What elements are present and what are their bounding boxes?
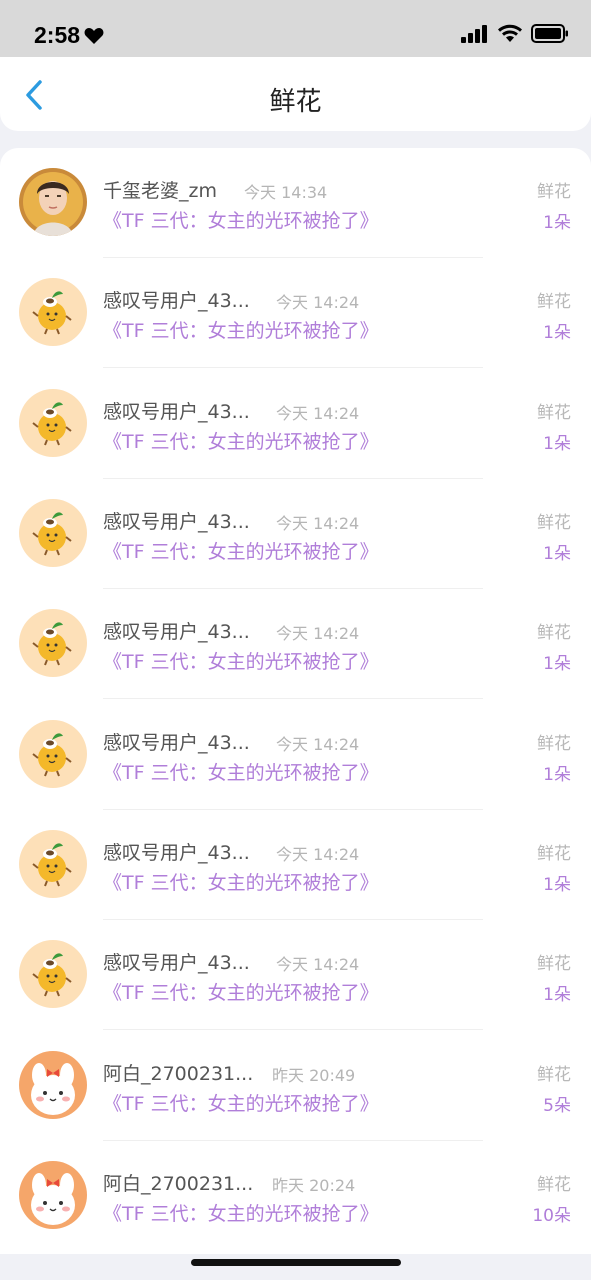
timestamp: 今天 14:24	[276, 955, 360, 974]
book-title-link[interactable]: 《TF 三代：女主的光环被抢了》	[103, 316, 379, 343]
avatar[interactable]	[19, 720, 87, 788]
avatar[interactable]	[19, 389, 87, 457]
timestamp: 今天 14:24	[276, 404, 360, 423]
list-item[interactable]: 感叹号用户_43... 今天 14:24 《TF 三代：女主的光环被抢了》 鲜花 1朵	[0, 700, 591, 810]
divider	[103, 698, 483, 699]
user-name: 感叹号用户_43...	[103, 621, 250, 643]
user-name: 感叹号用户_43...	[103, 511, 250, 533]
gift-type-label: 鲜花	[537, 623, 571, 643]
avatar[interactable]	[19, 1161, 87, 1229]
gift-list: 千玺老婆_zm 今天 14:34 《TF 三代：女主的光环被抢了》 鲜花 1朵 感叹号用…	[0, 148, 591, 1254]
user-name: 感叹号用户_43...	[103, 842, 250, 864]
gift-type-label: 鲜花	[537, 734, 571, 754]
book-title-link[interactable]: 《TF 三代：女主的光环被抢了》	[103, 758, 379, 785]
list-item[interactable]: 感叹号用户_43... 今天 14:24 《TF 三代：女主的光环被抢了》 鲜花 1朵	[0, 369, 591, 479]
list-item[interactable]: 阿白_2700231... 昨天 20:49 《TF 三代：女主的光环被抢了》 鲜花 5…	[0, 1031, 591, 1141]
timestamp: 今天 14:24	[276, 514, 360, 533]
gift-type-label: 鲜花	[537, 1175, 571, 1195]
list-item[interactable]: 感叹号用户_43... 今天 14:24 《TF 三代：女主的光环被抢了》 鲜花 1朵	[0, 258, 591, 368]
gift-count: 1朵	[543, 323, 571, 343]
list-item[interactable]: 千玺老婆_zm 今天 14:34 《TF 三代：女主的光环被抢了》 鲜花 1朵	[0, 148, 591, 258]
avatar[interactable]	[19, 168, 87, 236]
book-title-link[interactable]: 《TF 三代：女主的光环被抢了》	[103, 427, 379, 454]
gift-count: 1朵	[543, 985, 571, 1005]
book-title-link[interactable]: 《TF 三代：女主的光环被抢了》	[103, 1089, 379, 1116]
battery-icon	[531, 24, 568, 43]
book-title-link[interactable]: 《TF 三代：女主的光环被抢了》	[103, 1199, 379, 1226]
heart-icon	[84, 27, 104, 44]
divider	[103, 1029, 483, 1030]
gift-count: 1朵	[543, 213, 571, 233]
gift-type-label: 鲜花	[537, 844, 571, 864]
user-name: 阿白_2700231...	[103, 1173, 254, 1195]
wifi-icon	[498, 24, 522, 42]
nav-bar: 鲜花	[0, 57, 591, 131]
list-item[interactable]: 感叹号用户_43... 今天 14:24 《TF 三代：女主的光环被抢了》 鲜花 1朵	[0, 589, 591, 699]
gift-count: 1朵	[543, 434, 571, 454]
timestamp: 今天 14:34	[244, 183, 328, 202]
user-name: 感叹号用户_43...	[103, 952, 250, 974]
gift-count: 1朵	[543, 875, 571, 895]
list-item[interactable]: 感叹号用户_43... 今天 14:24 《TF 三代：女主的光环被抢了》 鲜花 1朵	[0, 810, 591, 920]
user-name: 感叹号用户_43...	[103, 401, 250, 423]
gift-type-label: 鲜花	[537, 1065, 571, 1085]
divider	[103, 367, 483, 368]
gift-count: 1朵	[543, 765, 571, 785]
timestamp: 今天 14:24	[276, 845, 360, 864]
gift-type-label: 鲜花	[537, 403, 571, 423]
avatar[interactable]	[19, 499, 87, 567]
gift-count: 1朵	[543, 544, 571, 564]
gift-count: 5朵	[543, 1096, 571, 1116]
page-title: 鲜花	[269, 87, 322, 117]
gift-count: 10朵	[532, 1206, 571, 1226]
book-title-link[interactable]: 《TF 三代：女主的光环被抢了》	[103, 868, 379, 895]
user-name: 千玺老婆_zm	[103, 180, 217, 202]
avatar[interactable]	[19, 830, 87, 898]
avatar[interactable]	[19, 609, 87, 677]
avatar[interactable]	[19, 940, 87, 1008]
gift-type-label: 鲜花	[537, 182, 571, 202]
list-item[interactable]: 阿白_2700231... 昨天 20:24 《TF 三代：女主的光环被抢了》 鲜花 1…	[0, 1141, 591, 1251]
list-item[interactable]: 感叹号用户_43... 今天 14:24 《TF 三代：女主的光环被抢了》 鲜花 1朵	[0, 479, 591, 589]
status-time-text: 2:58	[34, 22, 81, 48]
timestamp: 昨天 20:49	[272, 1066, 356, 1085]
status-icons	[461, 24, 569, 43]
status-time: 2:58	[34, 22, 104, 49]
avatar[interactable]	[19, 278, 87, 346]
gift-type-label: 鲜花	[537, 292, 571, 312]
timestamp: 今天 14:24	[276, 735, 360, 754]
book-title-link[interactable]: 《TF 三代：女主的光环被抢了》	[103, 206, 379, 233]
gift-count: 1朵	[543, 654, 571, 674]
book-title-link[interactable]: 《TF 三代：女主的光环被抢了》	[103, 978, 379, 1005]
user-name: 感叹号用户_43...	[103, 732, 250, 754]
home-indicator	[191, 1259, 401, 1266]
gift-type-label: 鲜花	[537, 954, 571, 974]
user-name: 阿白_2700231...	[103, 1063, 254, 1085]
list-item[interactable]: 感叹号用户_43... 今天 14:24 《TF 三代：女主的光环被抢了》 鲜花 1朵	[0, 920, 591, 1030]
user-name: 感叹号用户_43...	[103, 290, 250, 312]
timestamp: 今天 14:24	[276, 293, 360, 312]
status-bar: 2:58	[0, 0, 591, 57]
gift-type-label: 鲜花	[537, 513, 571, 533]
avatar[interactable]	[19, 1051, 87, 1119]
timestamp: 昨天 20:24	[272, 1176, 356, 1195]
book-title-link[interactable]: 《TF 三代：女主的光环被抢了》	[103, 647, 379, 674]
signal-icon	[461, 24, 487, 43]
timestamp: 今天 14:24	[276, 624, 360, 643]
book-title-link[interactable]: 《TF 三代：女主的光环被抢了》	[103, 537, 379, 564]
